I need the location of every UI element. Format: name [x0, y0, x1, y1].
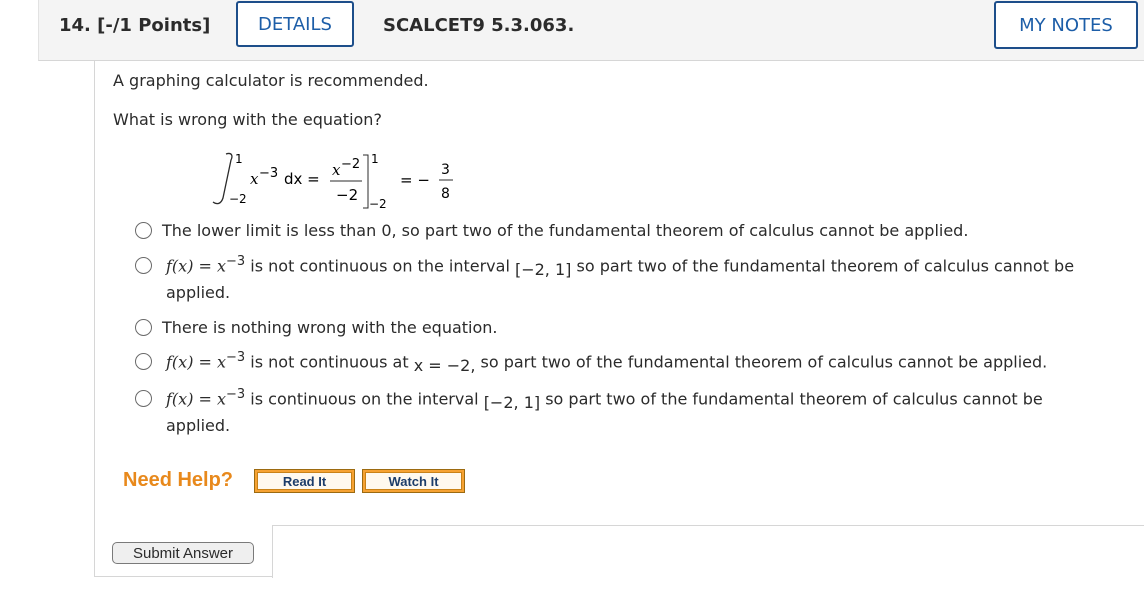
option-text: f(x) = x−3 is continuous on the interval… — [166, 387, 1043, 412]
radio-button[interactable] — [135, 390, 152, 407]
radio-button[interactable] — [135, 222, 152, 239]
interval: [−2, 1] — [483, 393, 541, 413]
result-denominator: 8 — [441, 186, 450, 202]
integral-equation: 1 −2 x −3 dx = x −2 −2 1 −2 = − 3 8 — [212, 152, 453, 210]
point: x = −2, — [413, 356, 476, 376]
option-text: f(x) = x−3 is not continuous at x = −2, … — [166, 350, 1048, 375]
submit-answer-button[interactable]: Submit Answer — [112, 542, 254, 564]
eval-lower: −2 — [369, 197, 387, 210]
exponent: −3 — [226, 350, 246, 365]
radio-button[interactable] — [135, 319, 152, 336]
radio-button[interactable] — [135, 257, 152, 274]
read-it-button[interactable]: Read It — [254, 469, 355, 493]
option-text-line2: applied. — [166, 416, 231, 435]
option-text-rest: so part two of the fundamental theorem o… — [540, 389, 1043, 409]
watch-it-button[interactable]: Watch It — [362, 469, 465, 493]
result-numerator: 3 — [441, 162, 450, 178]
interval: [−2, 1] — [514, 260, 572, 280]
panel-bottom-border — [94, 576, 272, 577]
option-text-rest: so part two of the fundamental theorem o… — [571, 256, 1075, 276]
option-text-part: is not continuous on the interval — [245, 256, 515, 276]
option-text: The lower limit is less than 0, so part … — [162, 221, 969, 240]
function-text: f(x) = x — [166, 389, 227, 409]
function-text: f(x) = x — [166, 352, 227, 372]
answer-divider — [272, 525, 1144, 578]
lower-limit: −2 — [229, 192, 247, 206]
eval-upper: 1 — [371, 152, 379, 166]
question-number: 14. [-/1 Points] — [59, 15, 211, 36]
radio-button[interactable] — [135, 353, 152, 370]
intro-text: A graphing calculator is recommended. — [113, 71, 429, 90]
question-code: SCALCET9 5.3.063. — [383, 15, 575, 36]
exponent: −3 — [226, 254, 246, 269]
option-text-rest: so part two of the fundamental theorem o… — [475, 352, 1048, 372]
function-text: f(x) = x — [166, 256, 227, 276]
option-text-part: is not continuous at — [245, 352, 414, 372]
option-text: f(x) = x−3 is not continuous on the inte… — [166, 254, 1075, 279]
exponent: −3 — [226, 387, 246, 402]
fraction-numerator-exponent: −2 — [341, 157, 360, 172]
dx-equals: dx = — [284, 170, 320, 188]
option-text: There is nothing wrong with the equation… — [162, 318, 498, 337]
question-prompt: What is wrong with the equation? — [113, 110, 382, 129]
equals-minus: = − — [400, 171, 430, 189]
watch-it-label: Watch It — [365, 472, 462, 490]
my-notes-button[interactable]: MY NOTES — [994, 1, 1138, 49]
question-header: 14. [-/1 Points] DETAILS SCALCET9 5.3.06… — [38, 0, 1144, 61]
option-text-line2: applied. — [166, 283, 231, 302]
upper-limit: 1 — [235, 152, 243, 166]
fraction-denominator: −2 — [336, 186, 358, 204]
details-button[interactable]: DETAILS — [236, 1, 354, 47]
read-it-label: Read It — [257, 472, 352, 490]
integrand-exponent: −3 — [259, 166, 278, 181]
fraction-numerator: x — [332, 161, 341, 179]
need-help-label: Need Help? — [123, 469, 234, 491]
option-text-part: is continuous on the interval — [245, 389, 484, 409]
integrand: x — [250, 170, 259, 188]
